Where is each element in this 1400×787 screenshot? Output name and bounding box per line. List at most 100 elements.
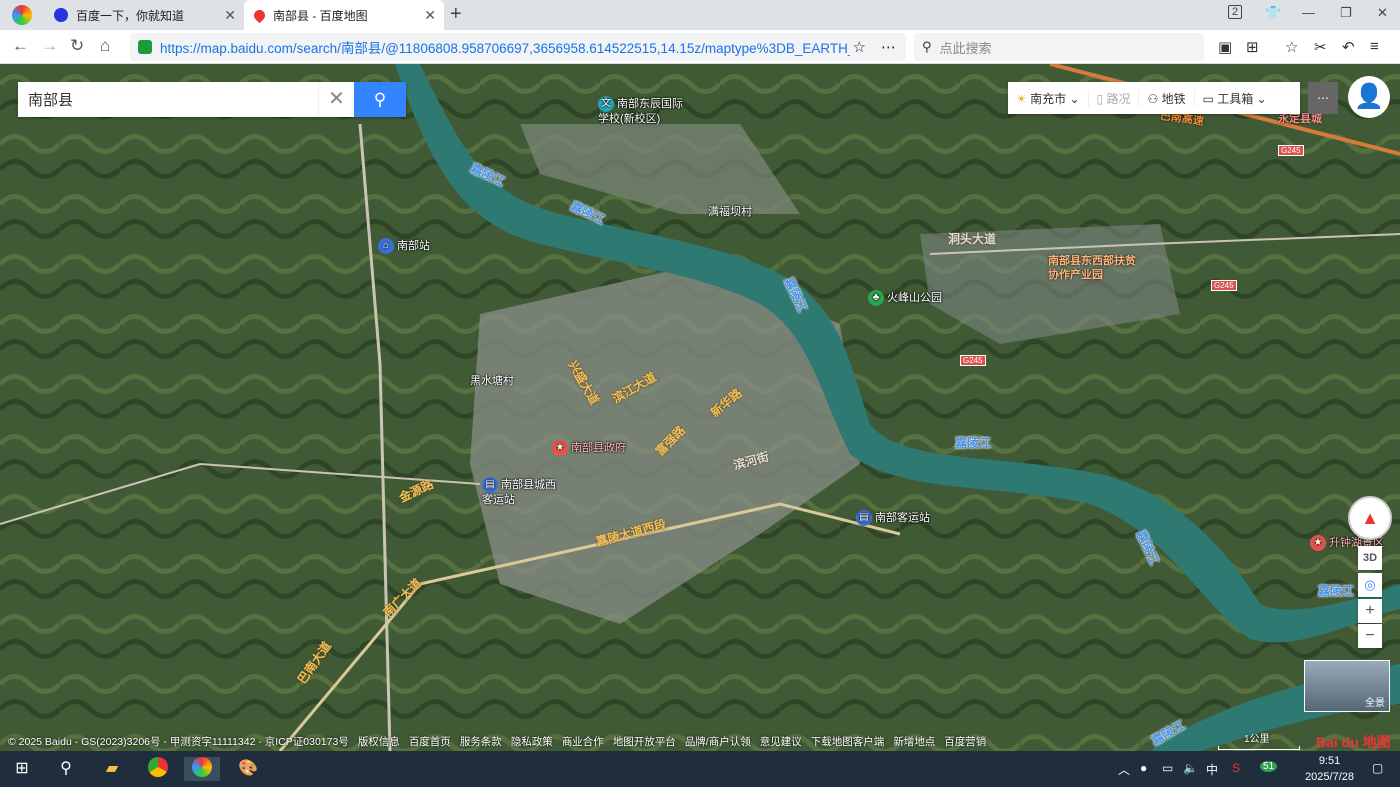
shirt-icon[interactable]: 👕 [1265,5,1281,21]
map-pin-icon [251,7,268,23]
poi-bus-station[interactable]: ▤ 南部客运站 [856,509,930,527]
user-avatar[interactable]: 👤 [1348,76,1390,118]
government-pin-icon: ★ [552,440,568,457]
footer-link[interactable]: 下载地图客户端 [811,734,885,749]
footer-link[interactable]: 商业合作 [562,734,604,749]
home-icon[interactable]: ⌂ [100,36,110,56]
footer-link[interactable]: 版权信息 [358,734,400,749]
browser-360-icon[interactable] [184,757,220,781]
footer-link[interactable]: 百度首页 [409,734,451,749]
footer-link[interactable]: 地图开放平台 [613,734,676,749]
apps-grid-icon[interactable]: ⊞ [1246,38,1259,56]
tab-baidu-home[interactable]: 百度一下，你就知道 ✕ [44,0,244,30]
tab-count-button[interactable]: 2 [1228,5,1243,19]
badge-icon[interactable]: 51 [1260,761,1278,772]
undo-icon[interactable]: ↶ [1342,38,1355,56]
system-clock[interactable]: 9:51 2025/7/28 [1305,753,1354,785]
bus-station-icon: ▤ [856,510,872,527]
river-label: 嘉陵江 [1318,584,1355,598]
notification-icon[interactable]: ▢ [1372,761,1383,775]
zoom-out-button[interactable]: − [1358,624,1382,648]
toolbox-icon: ▭ [1202,91,1214,106]
address-bar[interactable]: https://map.baidu.com/search/南部县/@118068… [130,33,906,61]
poi-west-bus-station[interactable]: ▤ 南部县城西客运站 [482,477,562,507]
map-search-input[interactable] [18,82,318,117]
message-icon[interactable]: ⋯ [1308,82,1338,114]
footer-link[interactable]: 新增地点 [893,734,935,749]
map-toolbar: ☀ 南充市 ⌄ ▯ 路况 ⚇ 地铁 ▭ 工具箱 ⌄ [1008,82,1300,114]
browser-search-box[interactable]: ⚲ 点此搜索 [914,33,1204,61]
footer-link[interactable]: 意见建议 [760,734,802,749]
file-explorer-icon[interactable]: ▰ [100,757,124,781]
forward-arrow-icon[interactable]: → [41,36,58,56]
search-icon: ⚲ [922,39,932,54]
map-search-box: ✕ ⚲ [18,82,406,117]
city-selector[interactable]: ☀ 南充市 ⌄ [1008,89,1089,107]
more-dots-icon[interactable]: ⋯ [881,38,896,56]
paint-icon[interactable]: 🎨 [236,757,260,781]
zoom-in-button[interactable]: + [1358,599,1382,623]
ime-indicator[interactable]: 中 [1206,761,1218,778]
star-icon[interactable]: ☆ [853,38,866,56]
label-industrial-park[interactable]: 南部县东西部扶贫协作产业园 [1048,254,1138,282]
close-tab-icon[interactable]: ✕ [224,7,236,24]
user-icon: 👤 [1354,83,1384,110]
back-arrow-icon[interactable]: ← [12,36,29,56]
footer-link[interactable]: 百度营销 [944,734,986,749]
baidu-paw-icon [54,8,68,22]
url-text[interactable]: https://map.baidu.com/search/南部县/@118068… [160,37,850,57]
minimize-button[interactable]: — [1302,5,1315,20]
search-icon[interactable]: ⚲ [54,757,78,781]
poi-nanbu-station[interactable]: ⌂ 南部站 [378,237,430,255]
poi-county-government[interactable]: ★ 南部县政府 [552,439,626,457]
park-pin-icon: ♣ [868,290,884,307]
close-window-button[interactable]: ✕ [1377,5,1388,21]
poi-school[interactable]: 文南部东辰国际学校(新校区) [598,96,690,126]
tab-title: 南部县 - 百度地图 [273,8,368,23]
footer-link[interactable]: 品牌/商户认领 [685,734,751,749]
river-label: 嘉陵江 [955,436,992,450]
road-label-dongtou: 洞头大道 [948,232,997,246]
close-tab-icon[interactable]: ✕ [424,7,436,24]
tray-app-icon[interactable]: ● [1140,761,1147,775]
poi-village-manfuba[interactable]: 满福坝村 [708,203,752,219]
windows-start-icon[interactable]: ⊞ [10,757,34,781]
restore-button[interactable]: ❐ [1340,5,1352,21]
reload-icon[interactable]: ↻ [70,36,84,56]
toolbox-button[interactable]: ▭ 工具箱 ⌄ [1195,90,1275,107]
subway-button[interactable]: ⚇ 地铁 [1139,89,1195,107]
favorites-icon[interactable]: ☆ [1285,38,1298,56]
poi-village-heishuitang[interactable]: 黑水塘村 [470,372,514,388]
network-icon[interactable]: ▭ [1162,761,1173,775]
3d-button[interactable]: 3D [1358,546,1382,570]
tab-title: 百度一下，你就知道 [76,8,185,23]
volume-muted-icon[interactable]: 🔈 [1183,761,1198,775]
footer-link[interactable]: 隐私政策 [511,734,553,749]
sogou-icon[interactable]: S [1232,761,1240,775]
school-pin-icon: 文 [598,96,614,112]
panorama-thumbnail[interactable]: 全景 [1304,660,1390,712]
search-placeholder: 点此搜索 [939,40,992,56]
chrome-icon[interactable] [146,757,170,781]
traffic-button[interactable]: ▯ 路况 [1089,89,1140,107]
tab-bar: 百度一下，你就知道 ✕ 南部县 - 百度地图 ✕ + 2 👕 — ❐ ✕ [0,0,1400,30]
locate-icon[interactable]: ◎ [1358,573,1382,597]
baidu-map-logo: Bai du 地图 [1316,734,1391,750]
clear-icon[interactable]: ✕ [318,82,354,117]
copyright-text: © 2025 Baidu - GS(2023)3206号 - 甲测资字11111… [8,735,349,748]
screenshot-icon[interactable]: ▣ [1218,38,1232,56]
traffic-light-icon: ▯ [1096,91,1104,106]
chevron-up-icon[interactable]: ︿ [1118,761,1130,778]
map-search-button[interactable]: ⚲ [354,82,406,117]
tab-baidu-map[interactable]: 南部县 - 百度地图 ✕ [244,0,444,30]
new-tab-button[interactable]: + [450,3,462,26]
satellite-map[interactable]: 文南部东辰国际学校(新校区) ⌂ 南部站 满福坝村 ♣ 火峰山公园 黑水塘村 ★ 南部… [0,64,1400,751]
menu-icon[interactable]: ≡ [1370,38,1379,55]
search-icon: ⚲ [373,90,387,109]
map-footer: © 2025 Baidu - GS(2023)3206号 - 甲测资字11111… [0,731,1000,751]
scissors-icon[interactable]: ✂ [1314,38,1327,56]
footer-link[interactable]: 服务条款 [460,734,502,749]
browser-logo-icon[interactable] [12,5,32,25]
compass-icon[interactable]: ▲ [1348,496,1392,540]
poi-huofeng-park[interactable]: ♣ 火峰山公园 [868,289,942,307]
